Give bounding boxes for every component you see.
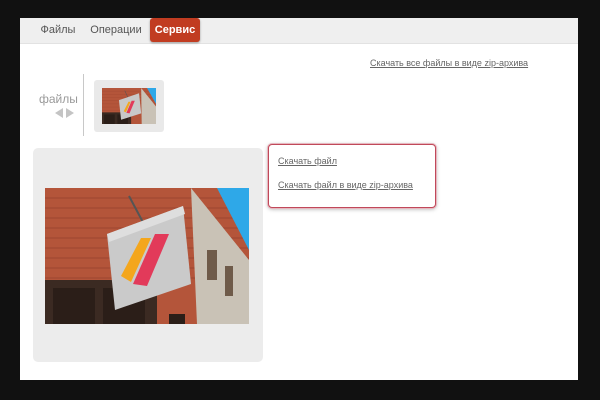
file-navigation (53, 107, 79, 119)
download-file-zip-link[interactable]: Скачать файл в виде zip-архива (278, 180, 413, 190)
download-file-link[interactable]: Скачать файл (278, 156, 337, 166)
chevron-left-icon[interactable] (55, 108, 63, 118)
preview-panel (33, 148, 263, 362)
tab-service[interactable]: Сервис (150, 18, 200, 42)
tab-bar: Файлы Операции Сервис (20, 18, 578, 44)
tab-operations[interactable]: Операции (88, 18, 144, 43)
app-window: Файлы Операции Сервис Скачать все файлы … (20, 18, 578, 380)
preview-image (45, 188, 249, 324)
tab-files[interactable]: Файлы (32, 18, 84, 43)
download-all-zip-link[interactable]: Скачать все файлы в виде zip-архива (370, 58, 528, 68)
chevron-right-icon[interactable] (66, 108, 74, 118)
thumbnail-image (102, 88, 156, 124)
files-label: файлы (39, 92, 78, 106)
divider (83, 74, 84, 136)
file-thumbnail[interactable] (94, 80, 164, 132)
download-popup: Скачать файл Скачать файл в виде zip-арх… (268, 144, 436, 208)
